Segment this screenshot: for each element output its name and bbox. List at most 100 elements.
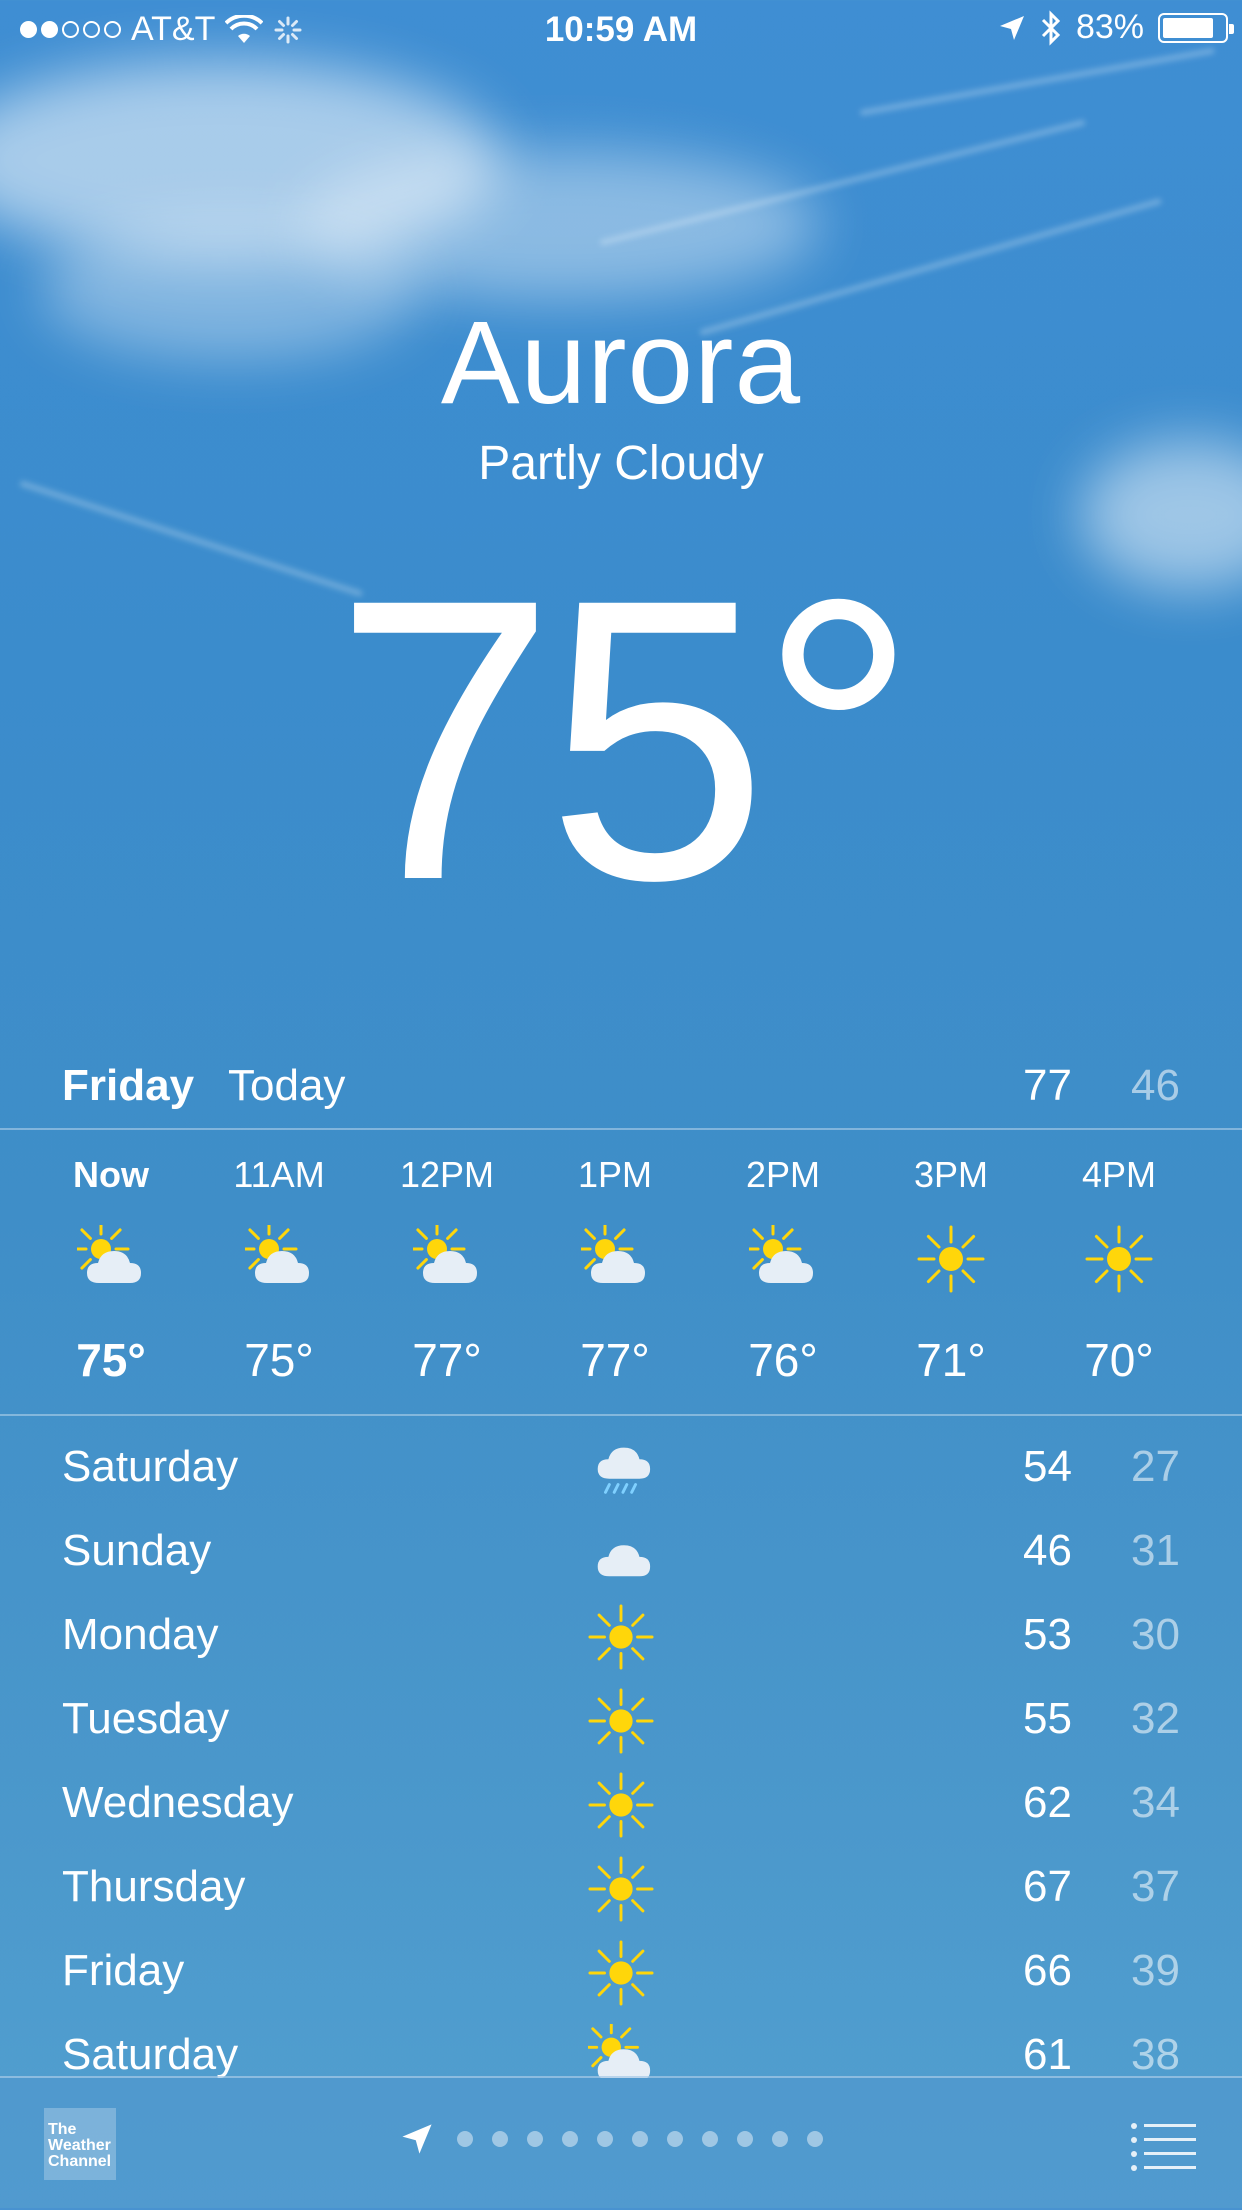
page-dot[interactable] bbox=[527, 2131, 543, 2147]
daily-row: Saturday 61 38 bbox=[0, 2006, 1242, 2078]
page-dot[interactable] bbox=[457, 2131, 473, 2147]
day-high: 67 bbox=[1023, 1862, 1072, 1911]
battery-percent: 83% bbox=[1075, 8, 1144, 46]
day-name: Wednesday bbox=[62, 1778, 294, 1827]
cloud-icon bbox=[588, 1520, 654, 1586]
hour-temperature: 75° bbox=[76, 1334, 146, 1386]
partly-cloudy-icon bbox=[72, 1220, 145, 1293]
hour-time: 11AM bbox=[233, 1154, 325, 1195]
hourly-item: 1PM 77° bbox=[531, 1130, 699, 1415]
list-icon[interactable] bbox=[1130, 2118, 1198, 2174]
day-name: Sunday bbox=[62, 1526, 212, 1575]
hour-temperature: 76° bbox=[748, 1334, 818, 1386]
hour-temperature: 77° bbox=[580, 1334, 650, 1386]
hour-time: 12PM bbox=[399, 1154, 495, 1195]
daily-forecast[interactable]: Saturday 54 27 Sunday 46 31 Monday 53 30 Tuesday… bbox=[0, 1418, 1242, 2078]
city-name: Aurora bbox=[440, 297, 802, 429]
today-label: Today bbox=[228, 1061, 346, 1110]
day-name: Thursday bbox=[62, 1862, 246, 1911]
hourly-item: 11AM 75° bbox=[195, 1130, 363, 1415]
day-low: 32 bbox=[1131, 1694, 1180, 1743]
page-dot[interactable] bbox=[667, 2131, 683, 2147]
day-name: Monday bbox=[62, 1610, 219, 1659]
today-high: 77 bbox=[1023, 1061, 1072, 1110]
weather-channel-logo[interactable]: The Weather Channel bbox=[44, 2108, 116, 2180]
page-dot[interactable] bbox=[597, 2131, 613, 2147]
page-dot[interactable] bbox=[562, 2131, 578, 2147]
hour-time: 3PM bbox=[913, 1154, 989, 1195]
day-low: 38 bbox=[1131, 2030, 1180, 2078]
page-dot[interactable] bbox=[492, 2131, 508, 2147]
day-high: 53 bbox=[1023, 1610, 1072, 1659]
daily-row: Friday 66 39 bbox=[0, 1922, 1242, 2006]
location-arrow-icon bbox=[402, 2124, 432, 2154]
day-high: 62 bbox=[1023, 1778, 1072, 1827]
hourly-item: 3PM 71° bbox=[867, 1130, 1035, 1415]
hourly-forecast[interactable]: Now 75° 11AM 75° 12PM 77° 1PM 77° 2PM 76° 3PM 71° 4P… bbox=[0, 1130, 1242, 1415]
sun-icon bbox=[1085, 1225, 1153, 1293]
page-dot[interactable] bbox=[737, 2131, 753, 2147]
daily-row: Thursday 67 37 bbox=[0, 1838, 1242, 1922]
partly-cloudy-icon bbox=[576, 1220, 649, 1293]
sun-icon bbox=[588, 1856, 654, 1922]
hourly-item: Now 75° bbox=[27, 1130, 195, 1415]
hour-temperature: 75° bbox=[244, 1334, 314, 1386]
day-high: 54 bbox=[1023, 1442, 1072, 1491]
partly-cloudy-icon bbox=[240, 1220, 313, 1293]
day-low: 27 bbox=[1131, 1442, 1180, 1491]
daily-row: Tuesday 55 32 bbox=[0, 1670, 1242, 1754]
current-condition: Partly Cloudy bbox=[478, 437, 764, 490]
day-name: Friday bbox=[62, 1946, 185, 1995]
daily-row: Wednesday 62 34 bbox=[0, 1754, 1242, 1838]
sun-icon bbox=[588, 1688, 654, 1754]
status-bar: AT&T 10:59 AM 83% bbox=[0, 0, 1242, 60]
hour-temperature: 71° bbox=[916, 1334, 986, 1386]
partly-cloudy-icon bbox=[744, 1220, 817, 1293]
daily-row: Sunday 46 31 bbox=[0, 1502, 1242, 1586]
hourly-item: 4PM 70° bbox=[1035, 1130, 1203, 1415]
day-low: 30 bbox=[1131, 1610, 1180, 1659]
sun-icon bbox=[917, 1225, 985, 1293]
divider bbox=[0, 1414, 1242, 1416]
bluetooth-icon bbox=[1041, 9, 1061, 46]
sun-icon bbox=[588, 1604, 654, 1670]
page-dot[interactable] bbox=[632, 2131, 648, 2147]
today-low: 46 bbox=[1131, 1061, 1180, 1110]
day-low: 37 bbox=[1131, 1862, 1180, 1911]
bottom-toolbar: The Weather Channel bbox=[0, 2076, 1242, 2210]
current-temperature: 75° bbox=[333, 516, 919, 963]
rain-cloud-icon bbox=[588, 1436, 654, 1502]
hour-time: 2PM bbox=[745, 1154, 821, 1195]
hour-time: 1PM bbox=[577, 1154, 653, 1195]
hour-time: 4PM bbox=[1081, 1154, 1157, 1195]
hourly-item: 12PM 77° bbox=[363, 1130, 531, 1415]
hour-temperature: 70° bbox=[1084, 1334, 1154, 1386]
page-dot[interactable] bbox=[807, 2131, 823, 2147]
daily-row: Saturday 54 27 bbox=[0, 1418, 1242, 1502]
daily-row: Monday 53 30 bbox=[0, 1586, 1242, 1670]
sun-icon bbox=[588, 1772, 654, 1838]
partly-cloudy-icon bbox=[408, 1220, 481, 1293]
sun-icon bbox=[588, 1940, 654, 2006]
page-dot[interactable] bbox=[702, 2131, 718, 2147]
hour-time: Now bbox=[73, 1154, 149, 1195]
day-name: Saturday bbox=[62, 1442, 239, 1491]
today-day: Friday bbox=[62, 1061, 195, 1110]
partly-cloudy-icon bbox=[583, 2019, 654, 2078]
day-high: 61 bbox=[1023, 2030, 1072, 2078]
day-name: Saturday bbox=[62, 2030, 239, 2078]
day-name: Tuesday bbox=[62, 1694, 230, 1743]
day-low: 34 bbox=[1131, 1778, 1180, 1827]
location-arrow-icon bbox=[999, 15, 1024, 40]
today-summary: Friday Today 77 46 bbox=[0, 1055, 1242, 1130]
page-dot[interactable] bbox=[772, 2131, 788, 2147]
day-high: 46 bbox=[1023, 1526, 1072, 1575]
day-low: 31 bbox=[1131, 1526, 1180, 1575]
battery-icon bbox=[1158, 12, 1234, 43]
page-control[interactable] bbox=[400, 2122, 823, 2156]
day-low: 39 bbox=[1131, 1946, 1180, 1995]
day-high: 66 bbox=[1023, 1946, 1072, 1995]
hour-temperature: 77° bbox=[412, 1334, 482, 1386]
day-high: 55 bbox=[1023, 1694, 1072, 1743]
hourly-item: 2PM 76° bbox=[699, 1130, 867, 1415]
